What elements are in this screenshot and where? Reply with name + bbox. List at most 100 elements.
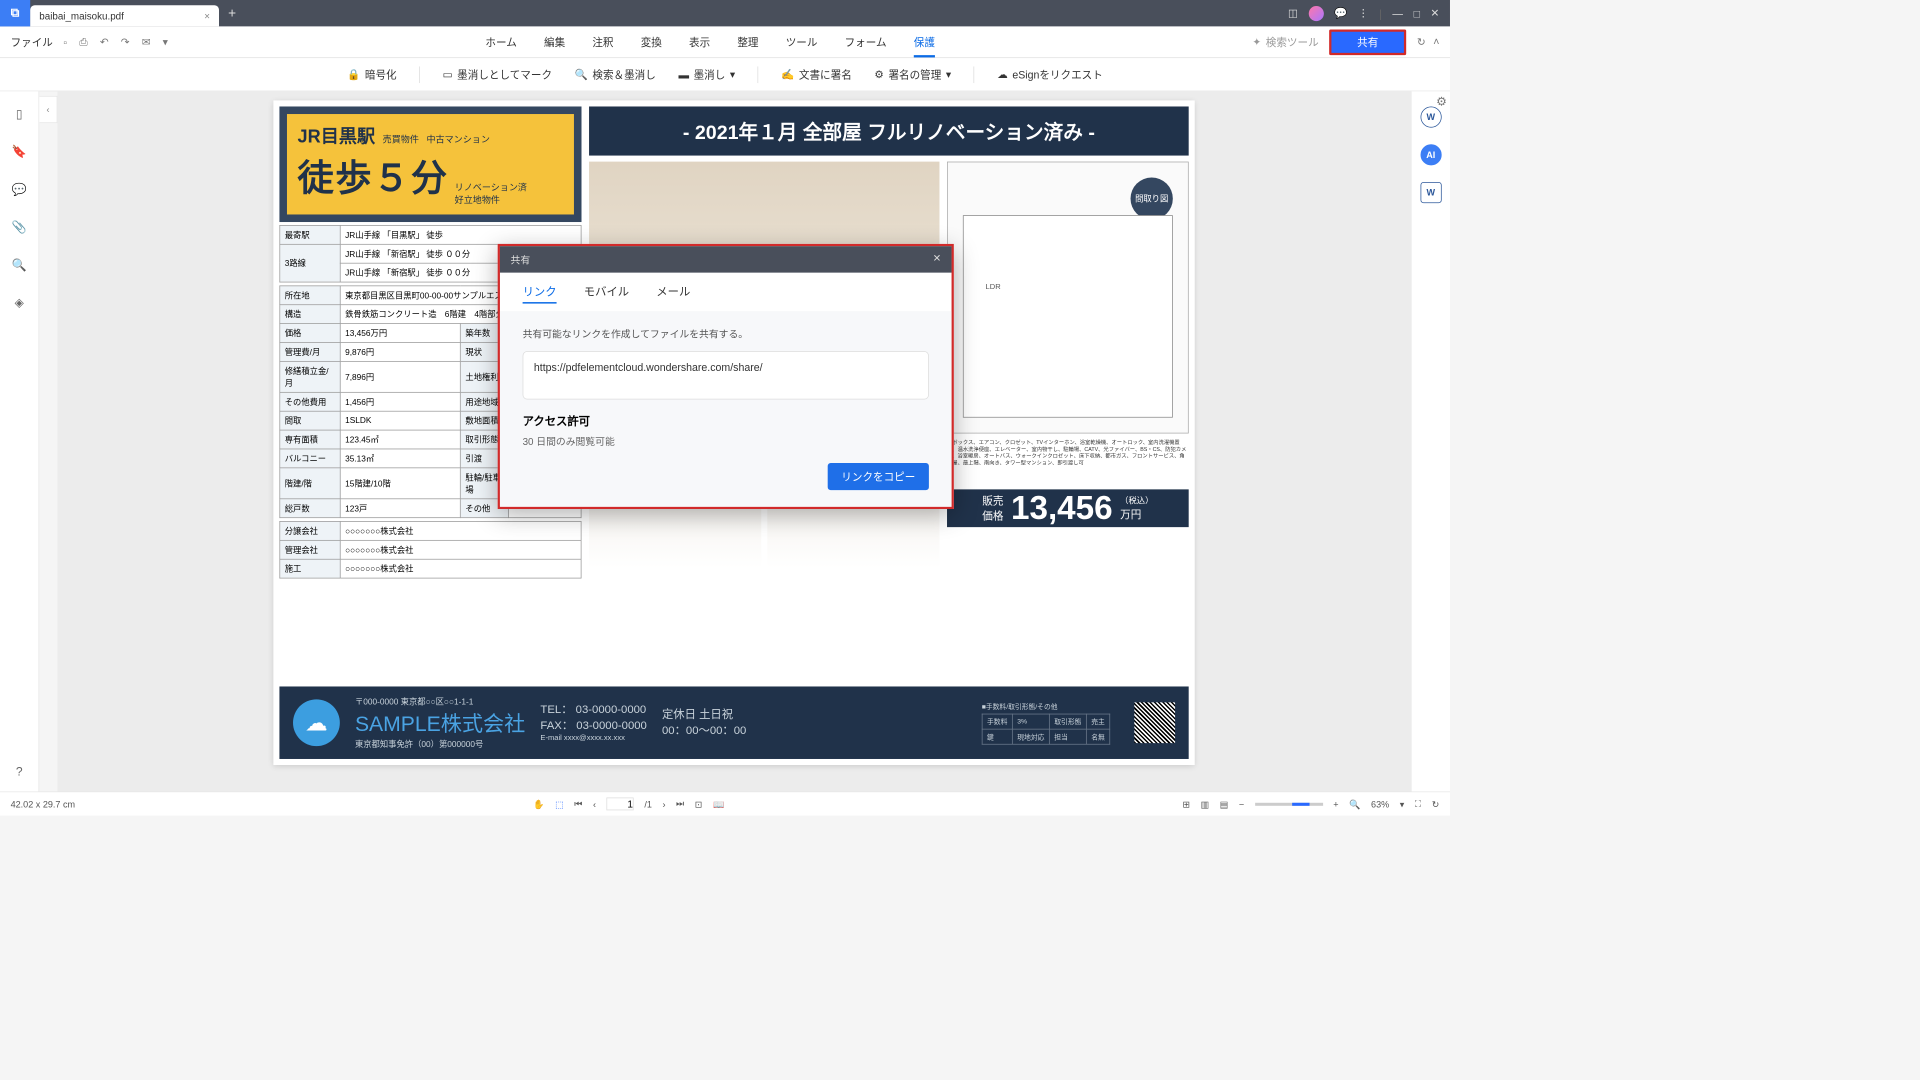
ribbon: 🔒暗号化 ▭墨消しとしてマーク 🔍検索＆墨消し ▬墨消し▾ ✍文書に署名 ⚙署名… [0,58,1450,91]
esign-icon: ☁ [997,68,1008,81]
new-tab-button[interactable]: + [228,5,236,21]
fit-width-icon[interactable]: ⊡ [695,799,703,810]
tab-organize[interactable]: 整理 [737,34,758,49]
tab-close-icon[interactable]: × [204,10,210,21]
thumbnails-icon[interactable]: ▯ [16,106,23,121]
station-banner: JR目黒駅 売買物件 中古マンション 徒歩５分 リノベーション済 好立地物件 [279,106,581,221]
app-logo: ⧉ [0,0,30,26]
chevron-up-icon[interactable]: ˄ [1433,35,1439,48]
first-page-icon[interactable]: ⏮ [574,798,582,809]
help-icon[interactable]: ? [16,766,23,780]
last-page-icon[interactable]: ⏭ [676,798,684,809]
next-page-icon[interactable]: › [662,799,665,810]
tab-comment[interactable]: 注釈 [592,34,613,49]
redact-button[interactable]: ▬墨消し▾ [678,67,735,82]
redact-mark-icon: ▭ [443,68,453,81]
manage-sign-icon: ⚙ [874,68,883,81]
page-input[interactable] [607,797,634,810]
lock-icon: 🔒 [347,68,360,81]
fee-table: 手数料3%取引形態売主 鍵現地対応担当名無 [982,713,1110,744]
tab-protect[interactable]: 保護 [914,34,935,49]
right-sidebar: W AI W ⚙ [1411,91,1450,791]
window-maximize-icon[interactable]: □ [1414,7,1420,19]
encrypt-button[interactable]: 🔒暗号化 [347,67,396,82]
document-tab[interactable]: baibai_maisoku.pdf × [30,5,219,26]
undo-icon[interactable]: ↶ [100,35,109,48]
avatar-icon[interactable] [1309,6,1324,21]
share-url-box[interactable]: https://pdfelementcloud.wondershare.com/… [523,351,929,399]
mail-icon[interactable]: ✉ [142,35,151,48]
bookmark-icon[interactable]: 🔖 [12,144,27,159]
share-dialog: 共有 ✕ リンク モバイル メール 共有可能なリンクを作成してファイルを共有する… [498,244,954,509]
manage-sign-button[interactable]: ⚙署名の管理▾ [874,67,951,82]
kebab-menu-icon[interactable]: ⋮ [1358,7,1369,20]
window-controls: ◫ 💬 ⋮ | — □ ✕ [1288,6,1450,21]
fit-page-icon[interactable]: ⊞ [1182,799,1190,810]
history-icon[interactable]: ↻ [1417,35,1426,48]
select-tool-icon[interactable]: ⬚ [555,799,564,810]
window-minimize-icon[interactable]: — [1392,7,1403,19]
zoom-slider[interactable] [1255,802,1323,805]
main-tabs: ホーム 編集 注釈 変換 表示 整理 ツール フォーム 保護 [168,34,1252,49]
menubar: ファイル ▫ ⎙ ↶ ↷ ✉ ▾ ホーム 編集 注釈 変換 表示 整理 ツール … [0,26,1450,58]
footer-card: ☁ 〒000-0000 東京都○○区○○1-1-1 SAMPLE株式会社 東京都… [279,686,1188,758]
status-bar: 42.02 x 29.7 cm ✋ ⬚ ⏮ ‹ /1 › ⏭ ⊡ 📖 ⊞ ▥ ▤… [0,791,1450,815]
zoom-in-icon[interactable]: + [1333,799,1338,810]
tab-home[interactable]: ホーム [485,34,516,49]
titlebar: ⧉ baibai_maisoku.pdf × + ◫ 💬 ⋮ | — □ ✕ [0,0,1450,26]
read-mode-icon[interactable]: 📖 [713,799,724,810]
tab-view[interactable]: 表示 [689,34,710,49]
word-export-icon[interactable]: W [1420,106,1441,127]
settings-icon[interactable]: ⚙ [1436,94,1447,109]
comment-panel-icon[interactable]: 💬 [12,182,27,197]
ai-icon[interactable]: AI [1420,144,1441,165]
print-icon[interactable]: ⎙ [79,35,87,48]
page-total: /1 [644,799,652,810]
left-sidebar: ▯ 🔖 💬 📎 🔍 ◈ ? [0,91,39,791]
hand-tool-icon[interactable]: ✋ [533,799,544,810]
attachment-icon[interactable]: 📎 [12,220,27,235]
redo-icon[interactable]: ↷ [121,35,130,48]
tab-form[interactable]: フォーム [845,34,887,49]
chevron-down-icon: ▾ [730,68,735,81]
chevron-down-icon: ▾ [946,68,951,81]
word-icon-2[interactable]: W [1420,182,1441,203]
copy-link-button[interactable]: リンクをコピー [828,463,929,490]
tab-title: baibai_maisoku.pdf [39,10,124,21]
doc-title: - 2021年１月 全部屋 フルリノベーション済み - [589,106,1189,155]
tab-tools[interactable]: ツール [786,34,818,49]
file-menu[interactable]: ファイル [11,34,53,49]
fullscreen-icon[interactable]: ⛶ [1415,798,1421,809]
rotate-icon[interactable]: ↻ [1432,799,1440,810]
zoom-lens-icon[interactable]: 🔍 [1349,799,1360,810]
save-icon[interactable]: ▫ [63,36,67,48]
close-icon[interactable]: ✕ [933,252,941,266]
sign-icon: ✍ [781,68,794,81]
layers-icon[interactable]: ◈ [15,295,24,310]
window-close-icon[interactable]: ✕ [1431,7,1440,20]
continuous-icon[interactable]: ▤ [1220,799,1229,810]
chevron-down-icon[interactable]: ▾ [1400,799,1405,810]
sign-document-button[interactable]: ✍文書に署名 [781,67,852,82]
search-redact-button[interactable]: 🔍検索＆墨消し [575,67,656,82]
screenshot-icon[interactable]: ◫ [1288,7,1298,20]
share-tab-mobile[interactable]: モバイル [584,283,629,303]
share-button[interactable]: 共有 [1329,29,1406,55]
share-tab-mail[interactable]: メール [656,283,690,303]
redact-icon: ▬ [678,68,689,80]
tab-convert[interactable]: 変換 [641,34,662,49]
page-dimensions: 42.02 x 29.7 cm [11,799,75,810]
share-tab-link[interactable]: リンク [523,283,557,303]
esign-button[interactable]: ☁eSignをリクエスト [997,67,1103,82]
prev-page-icon[interactable]: ‹ [593,799,596,810]
search-tools[interactable]: ✦ 検索ツール [1252,34,1318,49]
zoom-out-icon[interactable]: − [1239,799,1244,810]
search-icon[interactable]: 🔍 [12,258,27,273]
search-redact-icon: 🔍 [575,68,588,81]
mark-redact-button[interactable]: ▭墨消しとしてマーク [443,67,552,82]
view-mode-icon[interactable]: ▥ [1201,799,1210,810]
tab-edit[interactable]: 編集 [544,34,565,49]
qr-code [1134,702,1175,743]
chat-icon[interactable]: 💬 [1334,7,1347,20]
collapse-sidebar-button[interactable]: ‹ [39,96,57,123]
